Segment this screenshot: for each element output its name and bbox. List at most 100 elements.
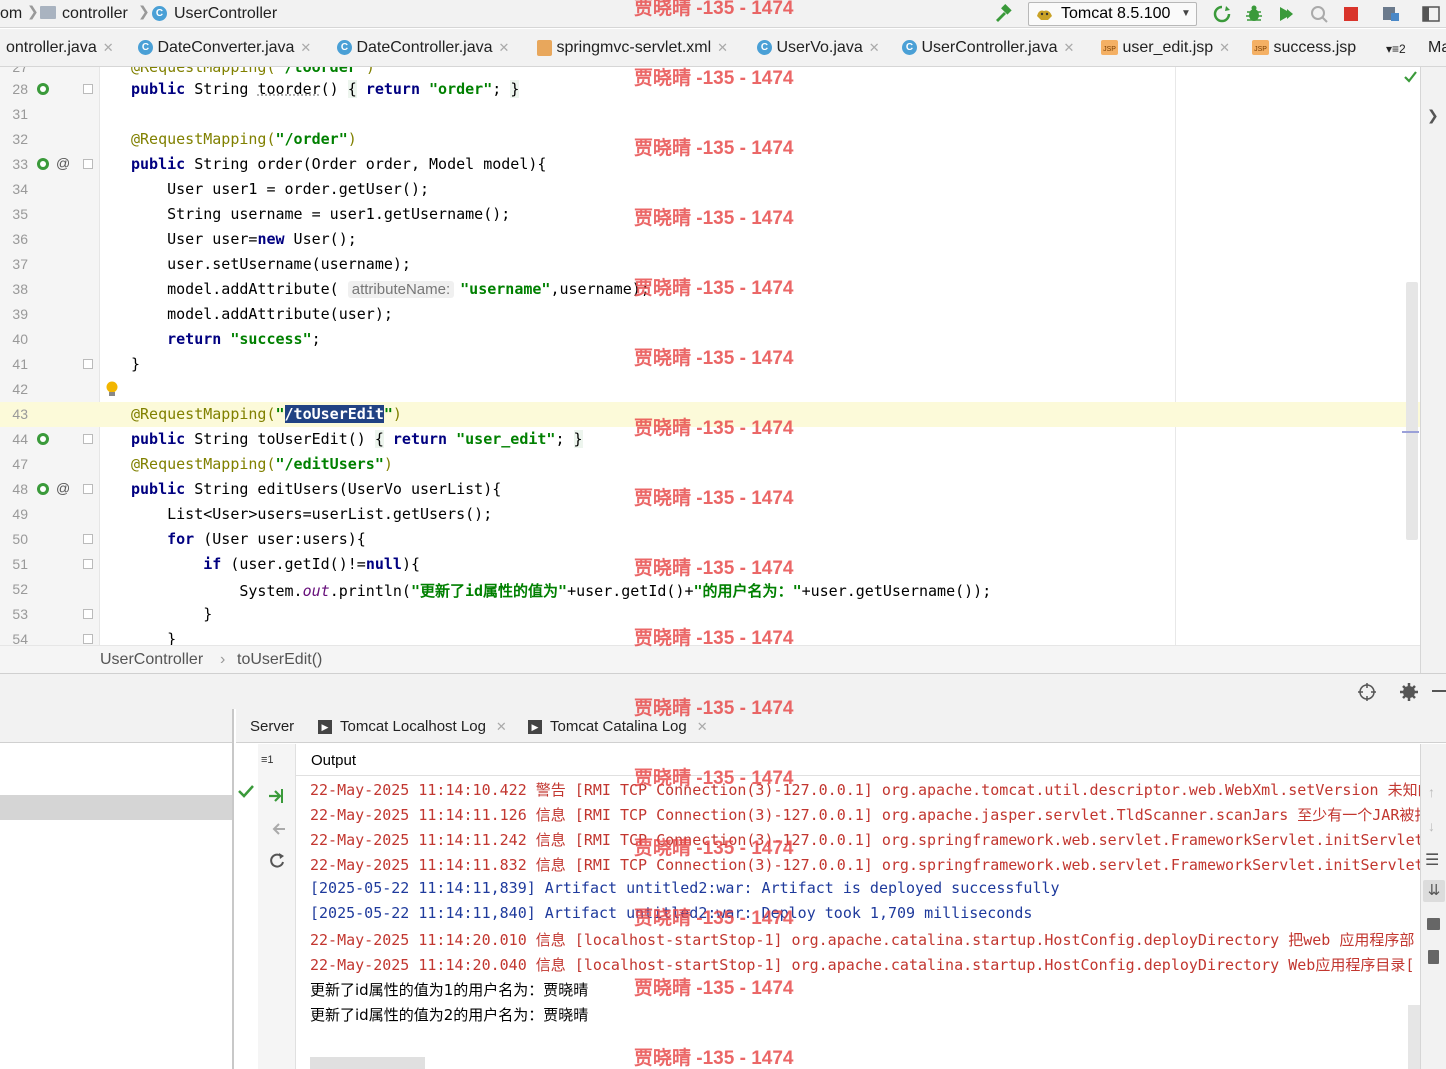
breadcrumb-class[interactable]: UserController [174,5,277,23]
project-structure-icon[interactable] [1381,4,1401,24]
chevron-right-icon[interactable]: ❯ [1427,107,1439,124]
layout-panel-icon[interactable] [1421,4,1441,24]
console-line: 22-May-2025 11:14:20.010 信息 [localhost-s… [310,931,1415,949]
breadcrumb-root[interactable]: om [0,5,22,23]
tab-cut-off[interactable]: Ma [1428,39,1446,57]
code-text: public String toorder() { return "order"… [131,80,520,98]
fold-marker-icon[interactable] [83,534,93,544]
console-vertical-scrollbar[interactable] [1408,1005,1420,1069]
fold-marker-icon[interactable] [83,434,93,444]
refresh-icon[interactable] [267,851,287,871]
target-icon[interactable] [1357,682,1377,702]
close-icon[interactable]: ✕ [697,719,708,734]
selected-service-row[interactable] [0,795,232,820]
close-icon[interactable]: ✕ [717,40,728,55]
tab-label: Tomcat Catalina Log [550,718,687,735]
debug-bug-icon[interactable] [1244,4,1264,24]
code-line: 41} [0,352,1420,377]
fold-marker-icon[interactable] [83,609,93,619]
tab-dateconverter-java[interactable]: C DateConverter.java ✕ [138,39,311,57]
print-icon[interactable] [1427,918,1440,930]
minimize-icon[interactable] [1432,690,1446,692]
web-endpoint-icon[interactable] [36,432,51,447]
inspection-ok-icon[interactable] [1403,69,1418,84]
scroll-to-end-icon[interactable]: ⇊ [1423,880,1445,902]
rerun-icon[interactable] [1212,4,1232,24]
console-line: 22-May-2025 11:14:11.242 信息 [RMI TCP Con… [310,831,1420,849]
tab-user-edit-jsp[interactable]: JSP user_edit.jsp ✕ [1101,39,1230,57]
stop-icon[interactable] [1344,7,1358,21]
threads-dropdown[interactable]: ≡1 [261,754,274,766]
services-tree[interactable] [0,709,234,1069]
output-toolbar: ≡1 [258,744,296,1069]
tab-controller-java[interactable]: ontroller.java ✕ [6,39,114,57]
close-icon[interactable]: ✕ [869,40,880,55]
line-number: 31 [12,106,28,122]
breadcrumb-method[interactable]: toUserEdit() [237,651,322,669]
at-annotation-icon[interactable]: @ [56,155,71,171]
web-endpoint-icon[interactable] [36,157,51,172]
fold-marker-icon[interactable] [83,359,93,369]
fold-marker-icon[interactable] [83,159,93,169]
line-number: 49 [12,506,28,522]
fold-marker-icon[interactable] [83,484,93,494]
breadcrumb-separator: › [220,651,226,668]
tab-success-jsp[interactable]: JSP success.jsp [1252,39,1356,57]
close-icon[interactable]: ✕ [103,40,114,55]
at-annotation-icon[interactable]: @ [56,480,71,496]
log-icon: ▶ [528,720,542,735]
console-line: 更新了id属性的值为2的用户名为：贾晓晴 [310,1006,589,1024]
code-editor[interactable]: 27 @RequestMapping("/toorder") 28 public … [0,67,1420,645]
tab-datecontroller-java[interactable]: C DateController.java ✕ [337,39,509,57]
code-text: @RequestMapping("/toorder") [131,67,375,76]
close-icon[interactable]: ✕ [300,40,311,55]
breadcrumb-package[interactable]: controller [62,5,128,23]
soft-wrap-icon[interactable]: ☰ [1425,850,1439,870]
code-text: model.addAttribute( attributeName: "usern… [131,280,650,298]
run-configuration-select[interactable]: Tomcat 8.5.100 ▼ [1028,2,1197,26]
jsp-file-icon: JSP [1252,40,1269,56]
tab-uservo-java[interactable]: C UserVo.java ✕ [757,39,880,57]
tab-springmvc-servlet-xml[interactable]: springmvc-servlet.xml ✕ [537,39,728,57]
code-text: for (User user:users){ [167,530,366,548]
fold-marker-icon[interactable] [83,84,93,94]
arrow-down-icon[interactable]: ↓ [1428,818,1435,834]
breadcrumb-class[interactable]: UserController [100,651,203,669]
gear-icon[interactable] [1399,682,1419,702]
code-line: 33 @ public String order(Order order, Mo… [0,152,1420,177]
close-icon[interactable]: ✕ [499,40,510,55]
close-icon[interactable]: ✕ [496,719,507,734]
web-endpoint-icon[interactable] [36,482,51,497]
deploy-update-icon[interactable] [267,786,287,806]
close-icon[interactable]: ✕ [1219,40,1230,55]
tab-tomcat-localhost-log[interactable]: ▶ Tomcat Localhost Log ✕ [318,718,507,735]
log-icon: ▶ [318,720,332,735]
code-text: @RequestMapping("/order") [131,130,357,148]
arrow-up-icon[interactable]: ↑ [1428,784,1435,800]
line-number: 41 [12,356,28,372]
tab-label: user_edit.jsp [1122,39,1214,56]
code-text: public String editUsers(UserVo userList)… [131,480,502,498]
tab-tomcat-catalina-log[interactable]: ▶ Tomcat Catalina Log ✕ [528,718,708,735]
output-label: Output [311,752,357,769]
tab-server[interactable]: Server [250,718,294,735]
console-horizontal-scrollbar[interactable] [310,1057,425,1069]
fold-marker-icon[interactable] [83,559,93,569]
fold-marker-icon[interactable] [83,634,93,644]
undeploy-icon[interactable] [267,819,287,839]
line-number: 54 [12,631,28,645]
run-with-coverage-icon[interactable] [1276,4,1296,24]
trash-icon[interactable] [1428,950,1439,964]
line-number: 36 [12,231,28,247]
tab-usercontroller-java[interactable]: C UserController.java ✕ [902,39,1074,57]
profiler-icon[interactable] [1309,4,1329,24]
build-hammer-icon[interactable] [993,4,1013,24]
console-line: [2025-05-22 11:14:11,840] Artifact untit… [310,904,1033,922]
close-icon[interactable]: ✕ [1064,40,1075,55]
web-endpoint-icon[interactable] [36,82,51,97]
lightbulb-icon[interactable] [105,381,119,398]
editor-scrollbar[interactable] [1406,282,1418,540]
console-output[interactable]: 22-May-2025 11:14:10.422 警告 [RMI TCP Con… [296,777,1420,1069]
class-icon: C [337,40,352,56]
tabs-overflow-button[interactable]: ▾≡2 [1386,42,1406,56]
